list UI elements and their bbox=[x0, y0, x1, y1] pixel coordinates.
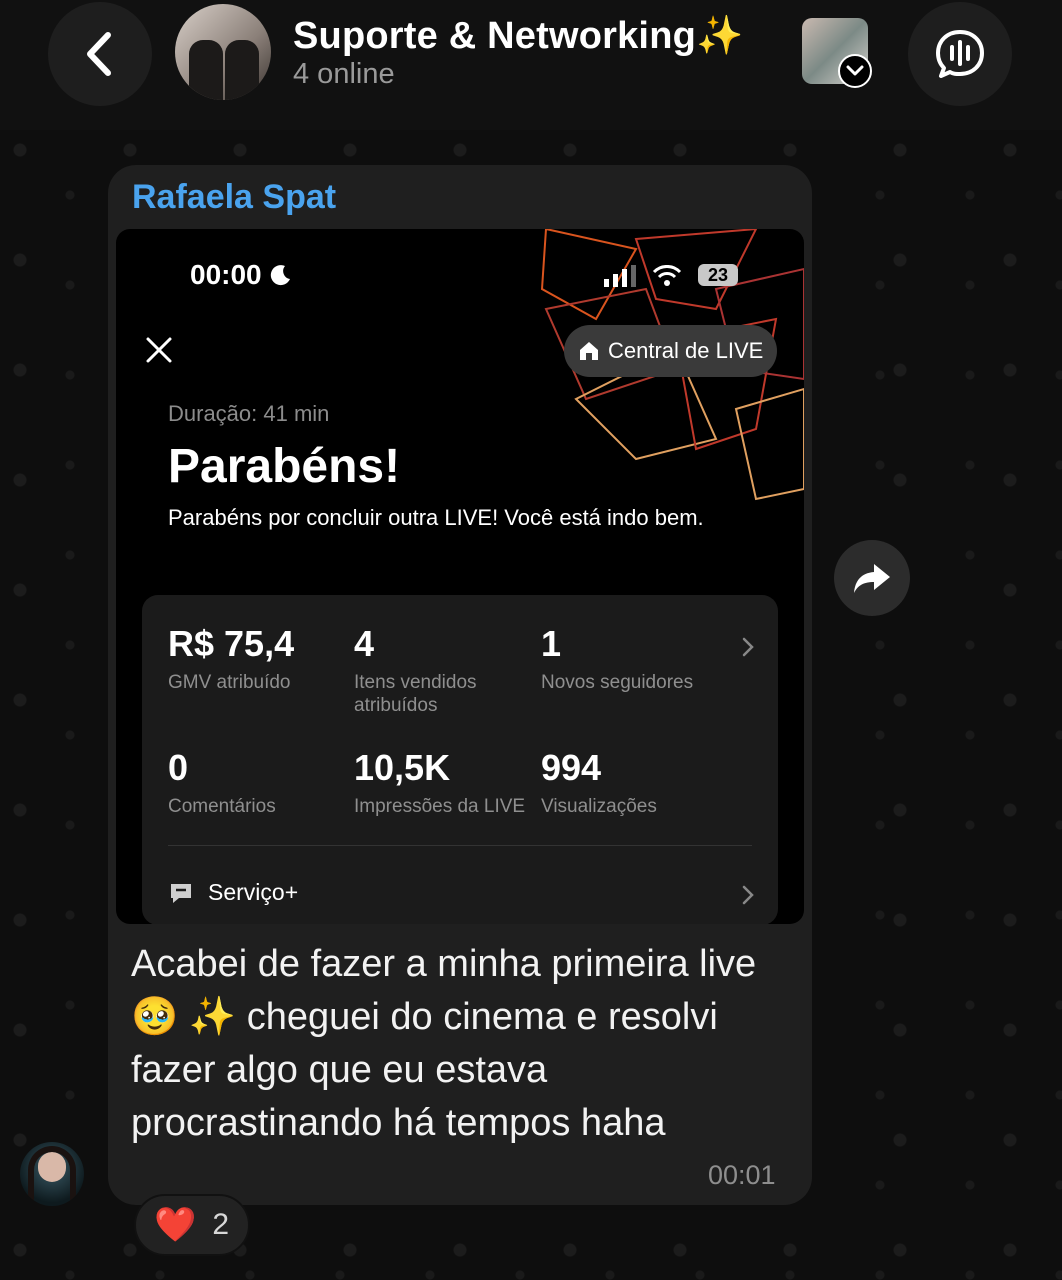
signal-icon bbox=[604, 265, 636, 287]
message-time: 00:01 bbox=[708, 1160, 776, 1190]
live-stats-card: R$ 75,4 GMV atribuído 4 Itens vendidos a… bbox=[142, 595, 778, 924]
stat-new-followers: 1 Novos seguidores bbox=[541, 623, 694, 693]
chevron-right-icon[interactable] bbox=[740, 637, 756, 657]
wifi-icon bbox=[652, 265, 682, 286]
battery-indicator: 23 bbox=[698, 264, 738, 286]
message-text: Acabei de fazer a minha primeira live 🥹 … bbox=[131, 943, 757, 1144]
group-avatar[interactable] bbox=[175, 4, 271, 100]
heart-icon: ❤️ bbox=[154, 1206, 197, 1244]
duration-text: Duração: 41 min bbox=[168, 401, 330, 426]
share-arrow-icon bbox=[854, 564, 890, 593]
stat-impressions: 10,5K Impressões da LIVE bbox=[354, 747, 526, 817]
congrats-text: Parabéns por concluir outra LIVE! Você e… bbox=[168, 505, 704, 530]
chat-service-icon bbox=[171, 883, 191, 903]
divider bbox=[168, 845, 752, 846]
reaction-pill[interactable]: ❤️ 2 bbox=[134, 1194, 250, 1256]
voice-chat-icon bbox=[936, 30, 984, 78]
sender-avatar[interactable] bbox=[20, 1142, 84, 1206]
chevron-right-icon[interactable] bbox=[740, 885, 756, 905]
central-de-live-button[interactable]: Central de LIVE bbox=[564, 325, 778, 377]
chevron-left-icon bbox=[87, 32, 111, 76]
online-count: 4 online bbox=[293, 58, 395, 90]
chevron-down-icon[interactable] bbox=[838, 54, 872, 88]
central-de-live-label: Central de LIVE bbox=[608, 338, 764, 363]
service-row[interactable]: Serviço+ bbox=[168, 879, 298, 906]
reaction-count: 2 bbox=[212, 1208, 230, 1241]
service-label: Serviço+ bbox=[208, 879, 299, 905]
stat-comments: 0 Comentários bbox=[168, 747, 276, 817]
voice-chat-button[interactable] bbox=[908, 2, 1012, 106]
status-time: 00:00 bbox=[190, 259, 293, 291]
stat-gmv: R$ 75,4 GMV atribuído bbox=[168, 623, 295, 693]
home-icon bbox=[580, 342, 598, 360]
group-title[interactable]: Suporte & Networking✨ bbox=[293, 14, 744, 58]
back-button[interactable] bbox=[48, 2, 152, 106]
close-icon[interactable] bbox=[144, 335, 174, 365]
sender-name[interactable]: Rafaela Spat bbox=[132, 178, 336, 217]
forward-button[interactable] bbox=[834, 540, 910, 616]
stat-views: 994 Visualizações bbox=[541, 747, 657, 817]
chat-header: Suporte & Networking✨ 4 online bbox=[0, 0, 1062, 130]
stat-items-sold: 4 Itens vendidos atribuídos bbox=[354, 623, 477, 716]
moon-icon bbox=[271, 265, 291, 286]
shared-screenshot[interactable]: 00:00 23 Central de LIVE Duração: 41 min… bbox=[116, 229, 804, 924]
congrats-title: Parabéns! bbox=[168, 440, 401, 493]
